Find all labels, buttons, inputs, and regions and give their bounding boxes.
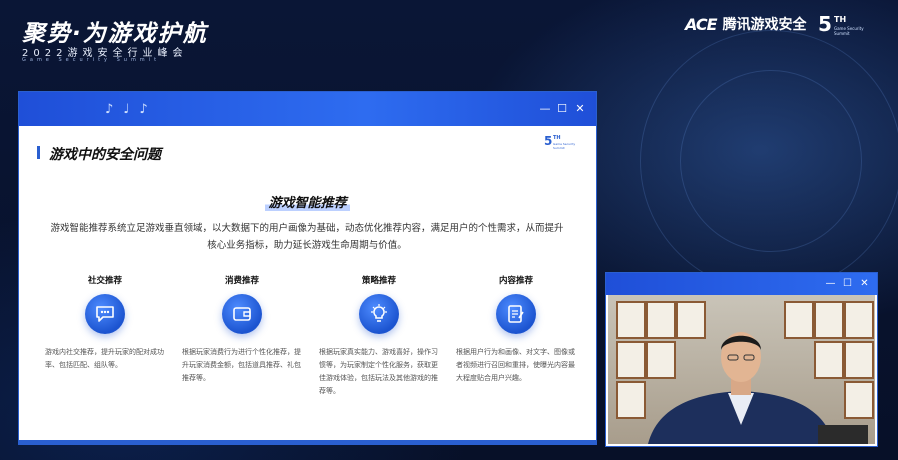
close-button[interactable]: ✕ <box>574 103 586 115</box>
event-subtitle-en: Game Security Summit <box>22 57 161 63</box>
card-title: 社交推荐 <box>87 276 122 286</box>
edition-tagline: Game Security Summit <box>834 26 864 36</box>
card-description: 根据玩家消费行为进行个性化推荐，提升玩家消费金额，包括道具推荐、礼包推荐等。 <box>182 348 301 382</box>
card-description: 游戏内社交推荐，提升玩家的配对成功率、包括匹配、组队等。 <box>45 348 164 369</box>
document-edit-icon <box>496 294 536 334</box>
card-title: 内容推荐 <box>498 276 533 286</box>
card-title: 策略推荐 <box>361 276 396 286</box>
video-window-titlebar: — ☐ ✕ <box>606 273 877 295</box>
edition-suffix: TH <box>834 15 847 24</box>
brand-name: 腾讯游戏安全 <box>722 17 807 33</box>
edition-tagline: Game Security Summit <box>553 142 576 150</box>
edition-suffix: TH <box>553 135 561 141</box>
feature-cards: 社交推荐 游戏内社交推荐，提升玩家的配对成功率、包括匹配、组队等。 消费推荐 根… <box>45 274 585 395</box>
speaker-video-window: — ☐ ✕ <box>606 273 877 446</box>
section-title: 游戏中的安全问题 <box>49 147 161 163</box>
maximize-button[interactable]: ☐ <box>842 278 853 289</box>
slide-window-titlebar: ♪♩♪ — ☐ ✕ <box>19 92 596 126</box>
edition-logo-small: 5 TH Game Security Summit <box>544 134 584 150</box>
chat-icon <box>85 294 125 334</box>
card-strategy: 策略推荐 根据玩家真实能力、游戏喜好，操作习惯等，为玩家制定个性化服务，获取更佳… <box>319 274 439 398</box>
lightbulb-icon <box>359 294 399 334</box>
speaker-video <box>608 295 875 444</box>
card-title: 消费推荐 <box>224 276 259 286</box>
edition-number: 5 <box>818 12 832 36</box>
edition-logo: 5 TH Game Security Summit <box>818 12 878 36</box>
card-description: 根据用户行为和画像、对文字、图像或者视频进行召回和重排，使曝光内容最大程度贴合用… <box>456 348 575 382</box>
close-button[interactable]: ✕ <box>859 278 870 289</box>
feature-title: 游戏智能推荐 <box>19 192 596 211</box>
card-social: 社交推荐 游戏内社交推荐，提升玩家的配对成功率、包括匹配、组队等。 <box>45 274 165 372</box>
edition-number: 5 <box>544 134 553 148</box>
wallet-icon <box>222 294 262 334</box>
maximize-button[interactable]: ☐ <box>556 103 568 115</box>
feature-title-text: 游戏智能推荐 <box>265 196 350 211</box>
slide-content: 游戏中的安全问题 5 TH Game Security Summit 游戏智能推… <box>19 126 596 444</box>
music-notes-icon: ♪♩♪ <box>105 102 158 117</box>
ace-logo: ACE <box>685 14 718 34</box>
slide-window: ♪♩♪ — ☐ ✕ 游戏中的安全问题 5 TH Game Security Su… <box>19 92 596 444</box>
brand-logo: ACE 腾讯游戏安全 <box>685 14 807 34</box>
minimize-button[interactable]: — <box>825 278 836 289</box>
feature-description: 游戏智能推荐系统立足游戏垂直领域，以大数据下的用户画像为基础，动态优化推荐内容，… <box>50 223 564 251</box>
event-title: 聚势·为游戏护航 <box>22 21 208 47</box>
card-description: 根据玩家真实能力、游戏喜好，操作习惯等，为玩家制定个性化服务，获取更佳游戏体验，… <box>319 348 438 395</box>
card-consumption: 消费推荐 根据玩家消费行为进行个性化推荐，提升玩家消费金额，包括道具推荐、礼包推… <box>182 274 302 385</box>
section-title-bar <box>37 146 40 159</box>
speaker-figure <box>648 332 868 444</box>
minimize-button[interactable]: — <box>539 103 551 115</box>
slide-window-bottom-bar <box>19 440 596 444</box>
card-content: 内容推荐 根据用户行为和画像、对文字、图像或者视频进行召回和重排，使曝光内容最大… <box>456 274 576 385</box>
decor-ring <box>680 70 862 252</box>
